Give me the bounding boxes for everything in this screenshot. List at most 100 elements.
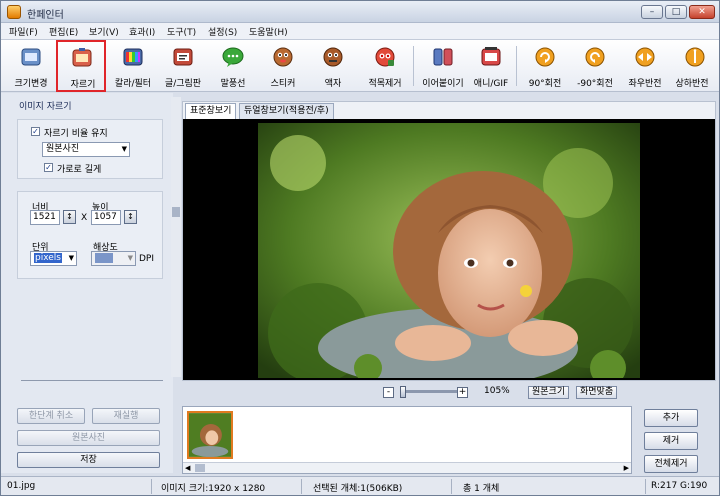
menu-view[interactable]: 보기(V)	[89, 25, 119, 38]
unit-select[interactable]: pixels ▼	[30, 251, 77, 266]
dpi-label: DPI	[139, 254, 155, 264]
toolbar-label: 애니/GIF	[473, 79, 509, 89]
app-window: 한페인터 – □ ✕ 파일(F) 편집(E) 보기(V) 효과(I) 도구(T)…	[0, 0, 720, 496]
remove-button[interactable]: 제거	[644, 432, 698, 450]
text-draw-icon	[173, 48, 193, 66]
toolbar-label: 상하반전	[675, 79, 709, 89]
zoom-bar: - + 105% 원본크기 화면맞춤	[182, 382, 716, 404]
original-size-button[interactable]: 원본크기	[528, 386, 570, 399]
toolbar-label: 적목제거	[368, 79, 402, 89]
scroll-thumb[interactable]	[195, 464, 205, 472]
menu-bar: 파일(F) 편집(E) 보기(V) 효과(I) 도구(T) 설정(S) 도움말(…	[1, 23, 719, 40]
sticker-icon	[273, 47, 293, 67]
resolution-select-value	[95, 252, 113, 263]
toolbar-frame-button[interactable]: 액자	[309, 42, 357, 90]
menu-help[interactable]: 도움말(H)	[249, 25, 288, 38]
window-title: 한페인터	[27, 10, 64, 21]
size-separator: X	[81, 213, 88, 223]
keep-ratio-label: 자르기 비율 유지	[44, 129, 108, 139]
keep-ratio-checkbox[interactable]: ✓	[31, 127, 40, 136]
zoom-out-button[interactable]: -	[383, 387, 394, 398]
title-bar: 한페인터 – □ ✕	[1, 1, 719, 23]
maximize-button[interactable]: □	[665, 5, 687, 19]
thumbnail-image	[189, 413, 231, 457]
zoom-slider-track[interactable]	[400, 390, 462, 393]
toolbar-text-draw-button[interactable]: 글/그림판	[159, 42, 207, 90]
add-button[interactable]: 추가	[644, 409, 698, 427]
scroll-right-icon[interactable]: ▶	[624, 464, 629, 472]
toolbar-rotate-cw-button[interactable]: 90°회전	[521, 42, 569, 90]
status-divider	[301, 479, 302, 494]
resolution-select[interactable]: ▼	[91, 251, 136, 266]
merge-icon	[433, 48, 453, 66]
toolbar-merge-button[interactable]: 이어붙이기	[419, 42, 467, 90]
thumbnail-item[interactable]	[187, 411, 233, 459]
chevron-down-icon: ▼	[68, 254, 74, 262]
menu-file[interactable]: 파일(F)	[9, 25, 38, 38]
width-link-icon[interactable]: ↕	[63, 210, 76, 224]
chevron-down-icon: ▼	[127, 254, 133, 262]
toolbar-sticker-button[interactable]: 스티커	[259, 42, 307, 90]
frame-icon	[323, 47, 343, 67]
panel-splitter[interactable]	[171, 97, 181, 377]
ratio-select-value: 원본사진	[46, 144, 80, 154]
tab-standard-view[interactable]: 표준창보기	[185, 103, 237, 119]
menu-effect[interactable]: 효과(I)	[129, 25, 155, 38]
height-link-icon[interactable]: ↕	[124, 210, 137, 224]
status-file: 01.jpg	[7, 481, 36, 491]
zoom-in-button[interactable]: +	[457, 387, 468, 398]
photo-preview	[258, 123, 640, 378]
red-eye-icon	[375, 47, 395, 67]
toolbar-crop-button[interactable]: 자르기	[56, 40, 106, 92]
panel-title: 이미지 자르기	[19, 102, 72, 112]
splitter-handle[interactable]	[172, 207, 180, 217]
status-image-size: 이미지 크기:1920 x 1280	[161, 484, 266, 494]
toolbar-red-eye-button[interactable]: 적목제거	[361, 42, 409, 90]
original-photo-button[interactable]: 원본사진	[17, 430, 160, 446]
status-divider	[451, 479, 452, 494]
ratio-group: ✓ 자르기 비율 유지 원본사진 ▼ ✓ 가로로 길게	[17, 119, 163, 179]
status-total: 총 1 개체	[463, 484, 500, 494]
status-divider	[645, 479, 646, 494]
toolbar-gif-button[interactable]: 애니/GIF	[467, 42, 515, 90]
thumbnail-strip: ◀ ▶	[182, 406, 632, 474]
remove-all-button[interactable]: 전체제거	[644, 455, 698, 473]
menu-tools[interactable]: 도구(T)	[167, 25, 196, 38]
fit-screen-button[interactable]: 화면맞춤	[576, 386, 618, 399]
menu-edit[interactable]: 편집(E)	[49, 25, 78, 38]
minimize-button[interactable]: –	[641, 5, 663, 19]
toolbar-resize-button[interactable]: 크기변경	[7, 42, 55, 90]
undo-button[interactable]: 한단계 취소	[17, 408, 85, 424]
redo-button[interactable]: 재실행	[92, 408, 160, 424]
zoom-slider-handle[interactable]	[400, 386, 406, 398]
rotate-cw-icon	[535, 47, 555, 67]
rotate-ccw-icon	[585, 47, 605, 67]
crop-panel: 이미지 자르기 ✓ 자르기 비율 유지 원본사진 ▼ ✓ 가로로 길게 너비 1…	[1, 93, 173, 473]
toolbar-flip-h-button[interactable]: 좌우반전	[621, 42, 669, 90]
landscape-label: 가로로 길게	[57, 165, 102, 175]
flip-v-icon	[685, 47, 705, 67]
width-input[interactable]: 1521	[30, 210, 60, 225]
toolbar: 크기변경 자르기 칼라/필터 글/그림판 말풍선 스티커 액자 적목제거 이어붙…	[1, 40, 719, 92]
close-button[interactable]: ✕	[689, 5, 715, 19]
chevron-down-icon: ▼	[121, 145, 127, 153]
thumbnail-scrollbar[interactable]: ◀ ▶	[183, 462, 631, 473]
status-pixel-color: R:217 G:190	[651, 481, 708, 491]
resize-icon	[21, 48, 41, 66]
toolbar-flip-v-button[interactable]: 상하반전	[671, 42, 719, 90]
tab-dual-view[interactable]: 듀얼창보기(적용전/후)	[239, 103, 334, 119]
color-filter-icon	[123, 48, 143, 66]
toolbar-color-filter-button[interactable]: 칼라/필터	[109, 42, 157, 90]
toolbar-rotate-ccw-button[interactable]: -90°회전	[571, 42, 619, 90]
status-selected: 선택된 개체:1(506KB)	[313, 484, 403, 494]
landscape-checkbox[interactable]: ✓	[44, 163, 53, 172]
toolbar-label: 크기변경	[14, 79, 48, 89]
toolbar-speech-bubble-button[interactable]: 말풍선	[209, 42, 257, 90]
scroll-left-icon[interactable]: ◀	[185, 464, 190, 472]
height-input[interactable]: 1057	[91, 210, 121, 225]
ratio-select[interactable]: 원본사진 ▼	[42, 142, 130, 157]
image-view-area: 표준창보기 듀얼창보기(적용전/후)	[182, 101, 716, 381]
save-button[interactable]: 저장	[17, 452, 160, 468]
image-canvas[interactable]	[183, 119, 715, 380]
menu-settings[interactable]: 설정(S)	[208, 25, 237, 38]
